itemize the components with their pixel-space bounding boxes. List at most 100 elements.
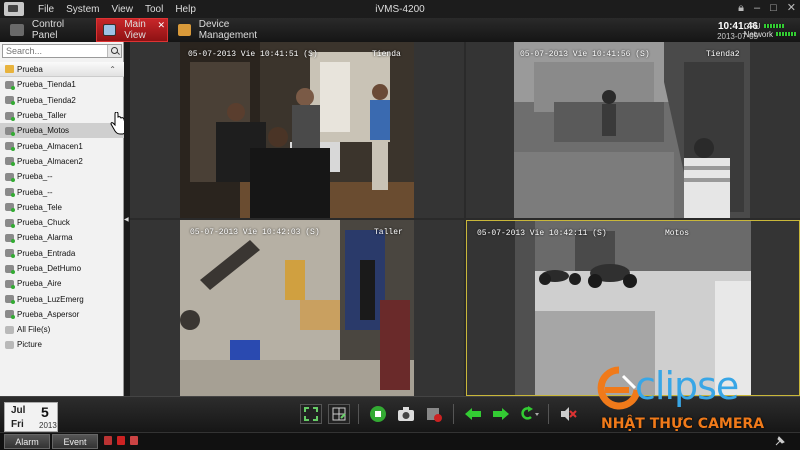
toolbar-separator <box>453 404 454 424</box>
tree-picture[interactable]: Picture <box>0 337 124 352</box>
stop-all-button[interactable] <box>367 404 389 424</box>
toolbar-separator <box>548 404 549 424</box>
tree-camera-label: Prueba_Motos <box>17 126 70 136</box>
menu-system[interactable]: System <box>60 4 105 15</box>
search-icon[interactable] <box>107 45 121 57</box>
pane-osd: 05-07-2013 Vie 10:42:11 (S) Motos <box>477 229 703 238</box>
event-button[interactable]: Event <box>52 434 98 449</box>
layout-icon <box>332 407 346 421</box>
close-icon[interactable]: ✕ <box>787 2 796 14</box>
tree-camera-label: Prueba_Chuck <box>17 218 70 228</box>
files-icon <box>5 325 14 334</box>
minimize-icon[interactable]: – <box>754 2 760 14</box>
next-page-button[interactable] <box>490 404 512 424</box>
camera-feed-tienda <box>180 42 414 218</box>
tree-camera-label: Prueba_LuzEmerg <box>17 294 84 304</box>
camera-sidebar: Prueba ⌃ Prueba_Tienda1 Prueba_Tienda2 P… <box>0 42 127 396</box>
previous-page-button[interactable] <box>462 404 484 424</box>
menu-bar: File System View Tool Help iVMS-4200 🔒︎ … <box>0 0 800 18</box>
maximize-icon[interactable]: □ <box>770 2 777 14</box>
pane-osd: 05-07-2013 Vie 10:41:51 (S) Tienda <box>188 50 412 59</box>
tree-camera-item[interactable]: Prueba_Tienda1 <box>0 77 124 92</box>
tree-camera-item[interactable]: Prueba_Entrada <box>0 246 124 261</box>
tree-camera-item[interactable]: Prueba_-- <box>0 169 124 184</box>
alarm-button[interactable]: Alarm <box>4 434 50 449</box>
tree-camera-label: Prueba_-- <box>17 172 53 182</box>
control-panel-icon <box>10 24 24 36</box>
tab-device-management[interactable]: Device Management <box>172 18 282 42</box>
alarm-sound-icon[interactable] <box>104 436 112 445</box>
menu-file[interactable]: File <box>32 4 60 15</box>
menu-help[interactable]: Help <box>169 4 202 15</box>
layout-button[interactable] <box>328 404 350 424</box>
pane-camera-name: Motos <box>665 229 690 238</box>
tree-camera-item[interactable]: Prueba_Taller <box>0 108 124 123</box>
capture-button[interactable] <box>395 404 417 424</box>
network-label: Network <box>743 29 773 39</box>
cycle-button[interactable] <box>518 404 540 424</box>
camera-icon <box>5 279 15 289</box>
video-pane-2[interactable]: 05-07-2013 Vie 10:41:56 (S) Tienda2 <box>466 42 800 218</box>
pin-icon[interactable] <box>774 435 786 447</box>
pane-osd: 05-07-2013 Vie 10:41:56 (S) Tienda2 <box>520 50 748 59</box>
pane-timestamp: 05-07-2013 Vie 10:42:11 (S) <box>477 229 607 238</box>
tree-camera-item[interactable]: Prueba_-- <box>0 184 124 199</box>
search-box <box>2 44 122 58</box>
tree-camera-item[interactable]: Prueba_Almacen2 <box>0 154 124 169</box>
camera-icon <box>5 249 15 259</box>
event-list-icon[interactable] <box>130 436 138 445</box>
tree-group-prueba[interactable]: Prueba ⌃ <box>0 62 124 78</box>
cpu-meter <box>763 24 784 28</box>
app-logo-icon <box>4 2 24 16</box>
tree-all-files[interactable]: All File(s) <box>0 322 124 337</box>
toolbar-buttons <box>300 404 579 424</box>
tree-camera-item[interactable]: Prueba_Alarma <box>0 230 124 245</box>
tree-camera-item[interactable]: Prueba_Tele <box>0 200 124 215</box>
pane-timestamp: 05-07-2013 Vie 10:41:51 (S) <box>188 50 318 59</box>
tree-camera-item-selected[interactable]: Prueba_Motos <box>0 123 124 139</box>
video-pane-3[interactable]: 05-07-2013 Vie 10:42:03 (S) Taller <box>130 220 464 396</box>
tree-camera-item[interactable]: Prueba_Aspersor <box>0 307 124 322</box>
calendar-widget[interactable]: Jul Fri 5 2013 <box>4 402 58 432</box>
tab-control-panel[interactable]: Control Panel <box>2 18 92 42</box>
pane-camera-name: Tienda2 <box>706 50 740 59</box>
tab-close-icon[interactable]: ✕ <box>157 20 165 31</box>
tab-control-panel-label: Control Panel <box>31 19 65 41</box>
search-input[interactable] <box>3 45 107 57</box>
tree-camera-item[interactable]: Prueba_Aire <box>0 276 124 291</box>
tab-main-view[interactable]: Main View ✕ <box>96 18 168 42</box>
tree-camera-item[interactable]: Prueba_LuzEmerg <box>0 291 124 306</box>
tree-group-label: Prueba <box>17 64 43 74</box>
tree-camera-item[interactable]: Prueba_DetHumo <box>0 261 124 276</box>
tree-camera-label: Prueba_Aire <box>17 279 62 289</box>
fullscreen-icon <box>304 407 318 421</box>
mute-button[interactable] <box>557 404 579 424</box>
record-button[interactable] <box>423 404 445 424</box>
collapse-chevron-icon[interactable]: ⌃ <box>109 65 116 74</box>
lock-icon[interactable]: 🔒︎ <box>738 2 744 14</box>
tree-camera-label: Prueba_Tele <box>17 202 62 212</box>
camera-icon <box>5 218 15 228</box>
tree-camera-label: Prueba_Taller <box>17 111 67 121</box>
camera-icon <box>5 188 15 198</box>
menu-view[interactable]: View <box>105 4 139 15</box>
tree-camera-label: Prueba_Almacen2 <box>17 156 83 166</box>
camera-icon <box>5 126 15 136</box>
fullscreen-button[interactable] <box>300 404 322 424</box>
tree-camera-label: Prueba_Tienda2 <box>17 95 76 105</box>
camera-icon <box>5 172 15 182</box>
menu-tool[interactable]: Tool <box>139 4 169 15</box>
camera-icon <box>5 80 15 90</box>
video-grid: 05-07-2013 Vie 10:41:51 (S) Tienda 05-07… <box>130 42 800 396</box>
picture-icon <box>5 340 14 349</box>
video-pane-1[interactable]: 05-07-2013 Vie 10:41:51 (S) Tienda <box>130 42 464 218</box>
tree-camera-item[interactable]: Prueba_Almacen1 <box>0 138 124 153</box>
pane-camera-name: Taller <box>374 228 403 237</box>
camera-icon <box>5 310 15 320</box>
collapse-sidebar-icon[interactable]: ◀ <box>124 216 129 223</box>
tree-camera-item[interactable]: Prueba_Tienda2 <box>0 93 124 108</box>
tree-camera-item[interactable]: Prueba_Chuck <box>0 215 124 230</box>
alarm-list-icon[interactable] <box>117 436 125 445</box>
tree-picture-label: Picture <box>17 340 42 350</box>
window-controls: 🔒︎ – □ ✕ <box>738 2 796 14</box>
